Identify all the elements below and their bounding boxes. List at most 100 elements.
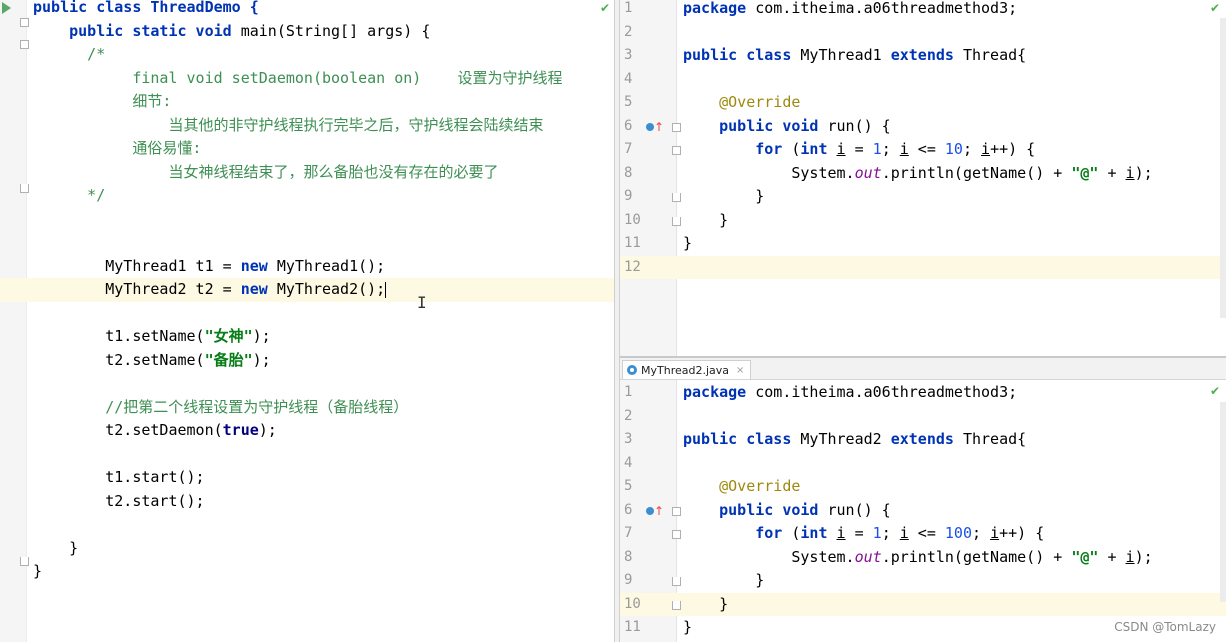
line-number: 12 [624, 258, 641, 275]
code-line[interactable] [0, 443, 614, 467]
code-line[interactable]: 9 } [620, 569, 1226, 593]
close-icon[interactable]: × [736, 365, 744, 376]
code-line[interactable]: */ [0, 184, 614, 208]
code-line[interactable] [0, 302, 614, 326]
code-line[interactable]: 4 [620, 68, 1226, 92]
line-number: 7 [624, 141, 633, 157]
code-line[interactable]: 1 package com.itheima.a06threadmethod3; [620, 381, 1226, 405]
code-line[interactable]: 10 } [620, 592, 1226, 616]
scrollbar[interactable] [1220, 18, 1226, 318]
code-line[interactable]: 6 public void run() { [620, 115, 1226, 139]
code-text: public void run() { [683, 499, 891, 523]
override-method-icon[interactable]: ↑ [646, 120, 664, 134]
code-line[interactable]: 3 public class MyThread1 extends Thread{ [620, 44, 1226, 68]
code-line[interactable] [0, 231, 614, 255]
code-token: MyThread1(); [276, 256, 386, 275]
code-token: } [33, 562, 43, 580]
line-number: 10 [624, 211, 641, 228]
code-line[interactable]: t2.setName("备胎"); [0, 349, 614, 373]
code-line[interactable]: 10 } [620, 209, 1226, 233]
code-line[interactable] [0, 513, 614, 537]
code-token: true [222, 421, 259, 439]
code-line[interactable]: 当女神线程结束了，那么备胎也没有存在的必要了 [0, 161, 614, 185]
tab-mythread2[interactable]: MyThread2.java × [622, 360, 752, 379]
fold-icon[interactable] [672, 507, 681, 516]
fold-icon[interactable] [672, 601, 681, 610]
main-editor[interactable]: public class ThreadDemo { public static … [0, 0, 614, 642]
fold-icon[interactable] [20, 557, 29, 566]
code-token: MyThread2(); [276, 280, 386, 298]
code-token: @Override [683, 93, 801, 111]
code-text: //把第二个线程设置为守护线程（备胎线程） [33, 396, 408, 420]
scrollbar[interactable] [1220, 402, 1226, 602]
code-line[interactable]: t1.setName("女神"); [0, 325, 614, 349]
fold-icon[interactable] [20, 18, 29, 27]
line-number: 5 [624, 94, 633, 110]
code-line[interactable]: 8 System.out.println(getName() + "@" + i… [620, 162, 1226, 186]
code-line[interactable]: 8 System.out.println(getName() + "@" + i… [620, 546, 1226, 570]
code-line[interactable]: final void setDaemon(boolean on) 设置为守护线程 [0, 67, 614, 91]
code-line[interactable]: 1 package com.itheima.a06threadmethod3; [620, 0, 1226, 21]
code-line[interactable]: 11} [620, 232, 1226, 256]
code-line[interactable]: 2 [620, 21, 1226, 45]
code-token: com.itheima.a06threadmethod3; [755, 0, 1018, 17]
code-line[interactable]: 细节: [0, 90, 614, 114]
mythread1-editor[interactable]: 1 package com.itheima.a06threadmethod3; 2 3… [620, 0, 1226, 356]
fold-icon[interactable] [672, 193, 681, 202]
code-line[interactable]: t2.setDaemon(true); [0, 419, 614, 443]
code-line[interactable]: /* [0, 43, 614, 67]
override-method-icon[interactable]: ↑ [646, 504, 664, 518]
fold-icon[interactable] [20, 40, 29, 49]
code-text: */ [33, 184, 105, 208]
code-line[interactable]: 6 public void run() { [620, 499, 1226, 523]
line-number: 9 [624, 572, 633, 588]
code-token: } [683, 187, 765, 205]
code-line[interactable]: //把第二个线程设置为守护线程（备胎线程） [0, 396, 614, 420]
code-text: } [683, 209, 728, 233]
code-text: MyThread1 t1 = new MyThread1(); [33, 255, 385, 279]
code-line[interactable]: 7 for (int i = 1; i <= 10; i++) { [620, 138, 1226, 162]
code-token: ); [252, 350, 271, 369]
code-line[interactable]: public static void main(String[] args) { [0, 20, 614, 44]
code-token: = [845, 524, 873, 542]
code-line[interactable]: 12 [620, 255, 1226, 279]
fold-icon[interactable] [672, 123, 681, 132]
code-line[interactable]: public class ThreadDemo { [0, 0, 614, 20]
editor-tab-bar: MyThread2.java × [620, 358, 1226, 380]
code-line[interactable]: t2.start(); [0, 490, 614, 514]
line-number: 4 [624, 454, 633, 471]
code-token: new [240, 280, 277, 298]
code-line[interactable]: 当其他的非守护线程执行完毕之后，守护线程会陆续结束 [0, 114, 614, 138]
code-token: public void [719, 116, 828, 135]
code-token: System. [683, 163, 855, 182]
code-text: @Override [683, 475, 800, 499]
code-line[interactable]: MyThread2 t2 = new MyThread2(); [0, 278, 614, 302]
code-line[interactable]: } [0, 560, 614, 584]
fold-icon[interactable] [20, 184, 29, 193]
code-line[interactable] [0, 372, 614, 396]
fold-icon[interactable] [672, 146, 681, 155]
fold-icon[interactable] [672, 577, 681, 586]
code-line[interactable]: MyThread1 t1 = new MyThread1(); [0, 255, 614, 279]
fold-icon[interactable] [672, 217, 681, 226]
code-line[interactable]: } [0, 537, 614, 561]
code-token: i [836, 140, 846, 158]
code-line[interactable]: 2 [620, 405, 1226, 429]
code-line[interactable]: 4 [620, 452, 1226, 476]
code-line[interactable]: 5 @Override [620, 91, 1226, 115]
code-line[interactable]: 9 } [620, 185, 1226, 209]
code-line[interactable]: 5 @Override [620, 475, 1226, 499]
code-line[interactable]: 7 for (int i = 1; i <= 100; i++) { [620, 522, 1226, 546]
code-line[interactable] [0, 208, 614, 232]
code-line[interactable]: t1.start(); [0, 466, 614, 490]
code-token: ++) { [999, 524, 1045, 542]
fold-icon[interactable] [672, 530, 681, 539]
code-token: extends [890, 46, 963, 64]
code-line[interactable]: 通俗易懂: [0, 137, 614, 161]
code-line[interactable]: 3 public class MyThread2 extends Thread{ [620, 428, 1226, 452]
mythread2-editor[interactable]: 1 package com.itheima.a06threadmethod3; 2 3… [620, 380, 1226, 642]
code-token: 1 [872, 524, 882, 542]
java-class-icon [627, 365, 637, 375]
